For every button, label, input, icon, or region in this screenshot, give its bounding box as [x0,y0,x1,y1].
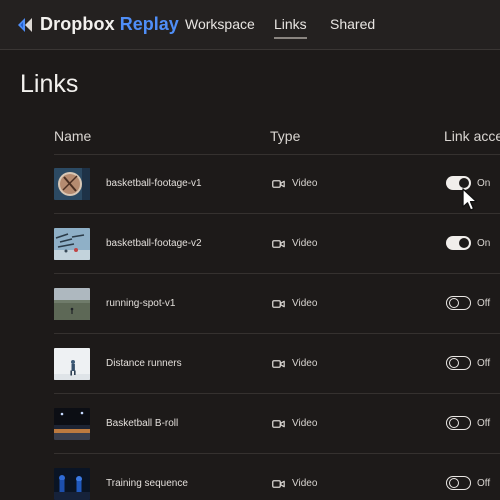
column-header-type[interactable]: Type [270,128,300,144]
video-camera-icon [272,479,285,488]
link-type-label: Video [292,178,318,189]
link-type: Video [272,418,317,429]
link-type-label: Video [292,238,318,249]
nav-links[interactable]: Links [274,16,307,39]
table-header: Name Type Link acce [0,124,500,154]
link-name[interactable]: running-spot-v1 [106,298,175,309]
video-thumbnail[interactable] [54,168,90,200]
toggle-knob [459,178,469,188]
mouse-pointer-icon [462,188,478,211]
link-type: Video [272,178,317,189]
video-thumbnail[interactable] [54,348,90,380]
link-access-state: On [477,238,491,249]
link-name[interactable]: Training sequence [106,478,188,489]
page-title: Links [20,70,79,98]
link-access-state: On [477,178,491,189]
link-access-state: Off [477,298,491,309]
table-row[interactable]: Training sequence Video Off [0,454,500,500]
video-camera-icon [272,179,285,188]
toggle-knob [448,477,459,488]
link-type: Video [272,478,317,489]
video-thumbnail[interactable] [54,408,90,440]
video-camera-icon [272,239,285,248]
table-row[interactable]: basketball-footage-v2 Video On [0,214,500,274]
link-access-toggle[interactable] [446,356,471,370]
toggle-knob [459,238,469,248]
link-access-state: Off [477,358,491,369]
link-access-state: Off [477,418,491,429]
brand-product: Replay [119,14,179,34]
link-type: Video [272,238,317,249]
link-name[interactable]: basketball-footage-v1 [106,178,202,189]
table-row[interactable]: Basketball B-roll Video Off [0,394,500,454]
dropbox-replay-logo-icon [18,17,32,32]
video-thumbnail[interactable] [54,228,90,260]
link-name[interactable]: basketball-footage-v2 [106,238,202,249]
table-row[interactable]: basketball-footage-v1 Video On [0,154,500,214]
link-type-label: Video [292,418,318,429]
link-type-label: Video [292,298,318,309]
brand-logo[interactable]: Dropbox Replay [16,14,179,35]
column-header-link-access[interactable]: Link acce [444,128,500,144]
toggle-knob [448,297,459,308]
nav-shared[interactable]: Shared [330,16,375,32]
brand-name: Dropbox [40,14,115,34]
column-header-name[interactable]: Name [54,128,91,144]
table-row[interactable]: running-spot-v1 Video Off [0,274,500,334]
toggle-knob [448,357,459,368]
link-type-label: Video [292,478,318,489]
link-type-label: Video [292,358,318,369]
table-row[interactable]: Distance runners Video Off [0,334,500,394]
video-thumbnail[interactable] [54,468,90,500]
link-access-toggle[interactable] [446,296,471,310]
link-access-toggle[interactable] [446,476,471,490]
link-access-toggle[interactable] [446,236,471,250]
link-type: Video [272,358,317,369]
link-access-toggle[interactable] [446,416,471,430]
nav-workspace[interactable]: Workspace [185,16,255,32]
video-camera-icon [272,299,285,308]
video-camera-icon [272,359,285,368]
video-camera-icon [272,419,285,428]
link-access-state: Off [477,478,491,489]
video-thumbnail[interactable] [54,288,90,320]
link-type: Video [272,298,317,309]
top-nav-bar: Dropbox Replay Workspace Links Shared [0,0,500,50]
toggle-knob [448,417,459,428]
link-name[interactable]: Basketball B-roll [106,418,178,429]
link-name[interactable]: Distance runners [106,358,182,369]
